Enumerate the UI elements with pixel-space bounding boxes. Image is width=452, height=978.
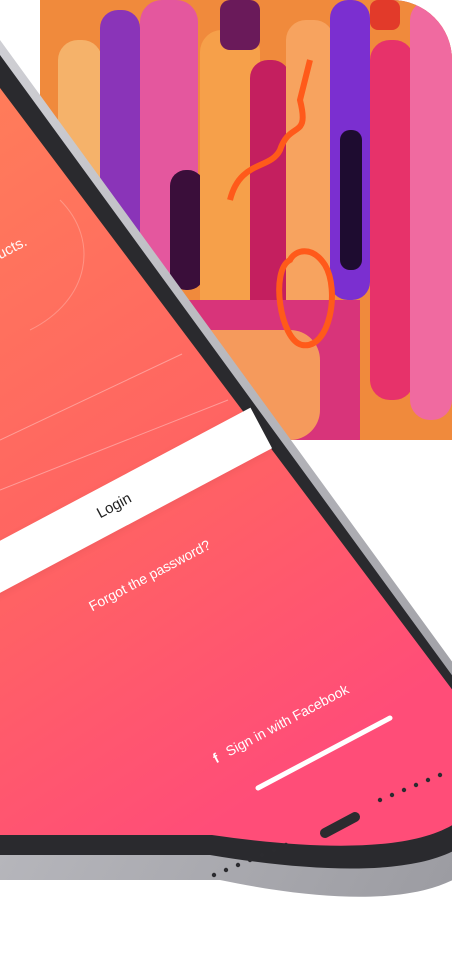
phone-device [0, 40, 452, 897]
promo-stage: ucts. Login Forgot the password? fSign i… [0, 0, 452, 978]
